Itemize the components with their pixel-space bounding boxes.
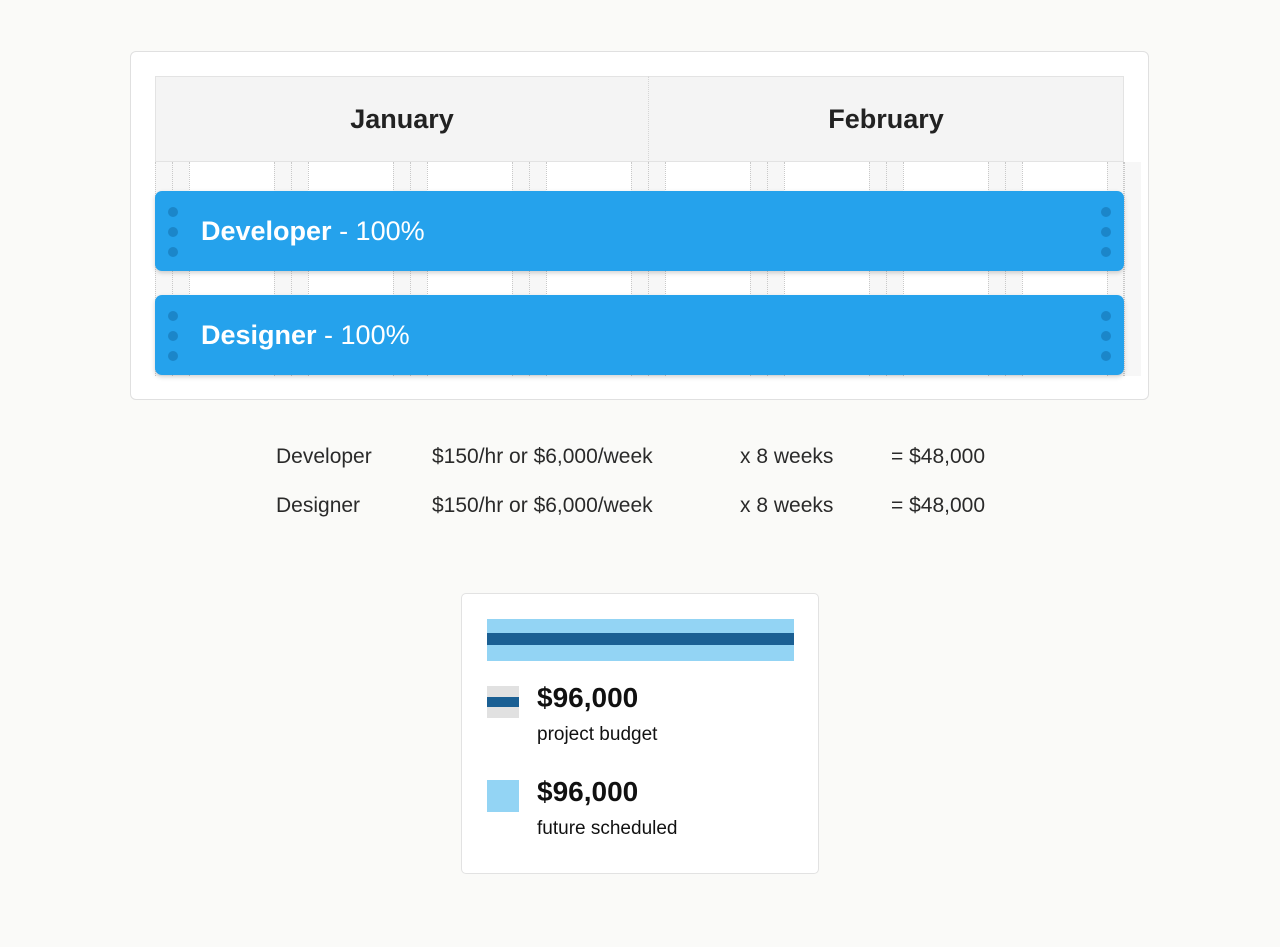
assignment-label: Designer - 100% bbox=[201, 320, 410, 351]
rate-total: = $48,000 bbox=[891, 445, 986, 468]
rate-duration: x 8 weeks bbox=[740, 445, 834, 468]
timeline: January February Developer - 100% Design… bbox=[155, 76, 1141, 376]
drag-handle-left-icon[interactable] bbox=[168, 207, 178, 257]
assignment-allocation: - 100% bbox=[331, 215, 425, 246]
rate-row: Developer $150/hr or $6,000/week x 8 wee… bbox=[276, 445, 1036, 494]
rate-role: Designer bbox=[276, 494, 361, 517]
assignment-label: Developer - 100% bbox=[201, 216, 425, 247]
assignment-role: Designer bbox=[201, 319, 317, 350]
budget-card: $96,000 project budget $96,000 future sc… bbox=[461, 593, 819, 874]
future-label: future scheduled bbox=[537, 818, 678, 839]
drag-handle-left-icon[interactable] bbox=[168, 311, 178, 361]
rate-duration: x 8 weeks bbox=[740, 494, 834, 517]
rate-table: Developer $150/hr or $6,000/week x 8 wee… bbox=[276, 445, 1036, 543]
assignment-role: Developer bbox=[201, 215, 332, 246]
rate-value: $150/hr or $6,000/week bbox=[432, 445, 653, 468]
rate-row: Designer $150/hr or $6,000/week x 8 week… bbox=[276, 494, 1036, 543]
day-gridline bbox=[1124, 162, 1125, 376]
future-amount: $96,000 bbox=[537, 776, 639, 807]
month-header: January February bbox=[155, 76, 1124, 162]
project-budget-swatch-icon bbox=[487, 686, 519, 718]
rate-total: = $48,000 bbox=[891, 494, 986, 517]
assignment-bar-designer[interactable]: Designer - 100% bbox=[155, 295, 1124, 375]
rate-role: Developer bbox=[276, 445, 372, 468]
month-february: February bbox=[649, 76, 1124, 162]
rate-value: $150/hr or $6,000/week bbox=[432, 494, 653, 517]
budget-bar bbox=[487, 619, 794, 661]
budget-label: project budget bbox=[537, 724, 658, 745]
assignment-allocation: - 100% bbox=[316, 319, 410, 350]
month-january: January bbox=[155, 76, 649, 162]
future-scheduled-swatch-icon bbox=[487, 780, 519, 812]
assignment-bar-developer[interactable]: Developer - 100% bbox=[155, 191, 1124, 271]
drag-handle-right-icon[interactable] bbox=[1101, 311, 1111, 361]
budget-amount: $96,000 bbox=[537, 682, 639, 713]
drag-handle-right-icon[interactable] bbox=[1101, 207, 1111, 257]
project-budget-line bbox=[487, 633, 794, 645]
